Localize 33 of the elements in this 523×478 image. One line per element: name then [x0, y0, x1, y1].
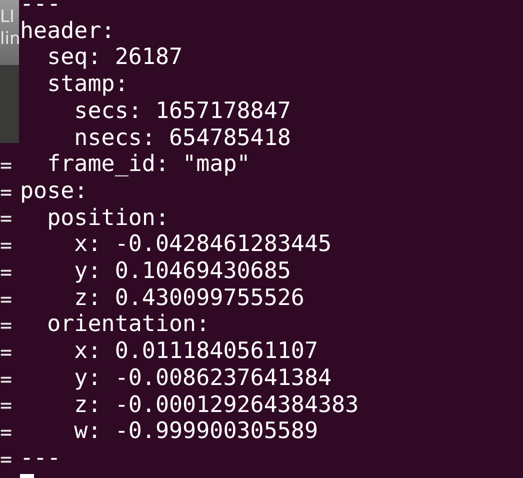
terminal-line: z: -0.000129264384383	[73, 392, 359, 418]
terminal-line: nsecs: 654785418	[73, 124, 291, 152]
terminal-line: frame_id: "map"	[46, 151, 250, 178]
terminal-text: =	[0, 258, 12, 286]
terminal-text: =	[0, 419, 12, 446]
terminal-line: ---	[20, 0, 61, 18]
terminal-line: z: 0.430099755526	[73, 284, 304, 312]
terminal-line: y: -0.0086237641384	[73, 364, 332, 392]
terminal-text: =	[0, 178, 12, 206]
terminal-text: =	[0, 446, 12, 472]
window-text: LI	[0, 6, 14, 28]
terminal-line: pose:	[20, 178, 88, 205]
terminal-text: =	[0, 152, 12, 179]
terminal-text: =	[0, 392, 12, 420]
terminal-text: =	[0, 312, 12, 339]
terminal-text: =	[0, 366, 12, 392]
terminal-line: stamp:	[46, 71, 128, 98]
terminal-line: w: -0.999900305589	[73, 418, 318, 445]
window-text: lin	[0, 28, 19, 50]
terminal-line: x: 0.0111840561107	[73, 338, 318, 365]
terminal-line: position:	[46, 204, 170, 232]
terminal-line: header:	[20, 18, 115, 44]
terminal-text: =	[0, 232, 12, 259]
terminal-line: orientation:	[46, 311, 210, 338]
terminal-line: y: 0.10469430685	[73, 258, 291, 285]
terminal-text: =	[0, 338, 12, 366]
terminal-line: ---	[20, 444, 61, 472]
terminal-line: seq: 26187	[46, 44, 183, 72]
terminal-line: secs: 1657178847	[73, 98, 291, 125]
cursor	[20, 474, 34, 478]
terminal-line: x: -0.0428461283445	[73, 231, 332, 258]
terminal-text: =	[0, 286, 12, 312]
terminal-text: =	[0, 205, 12, 232]
